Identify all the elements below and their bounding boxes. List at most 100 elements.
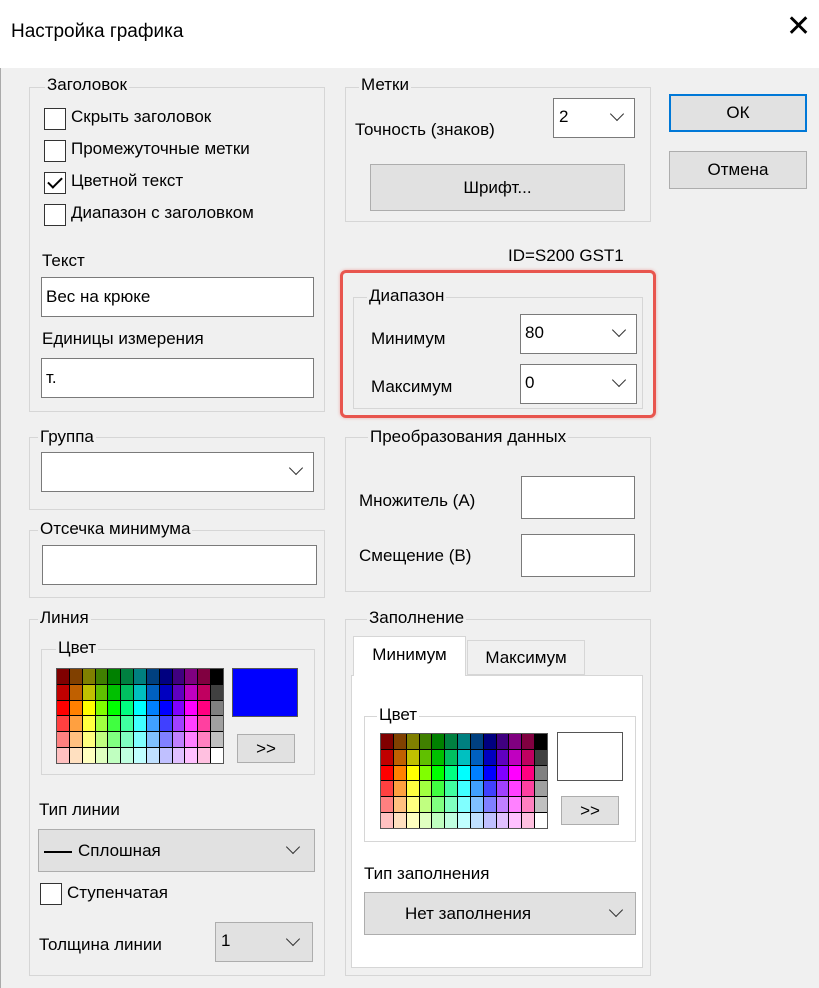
palette-color-cell[interactable]	[419, 765, 432, 781]
palette-color-cell[interactable]	[185, 700, 198, 716]
palette-color-cell[interactable]	[509, 797, 522, 813]
palette-color-cell[interactable]	[393, 797, 406, 813]
palette-color-cell[interactable]	[483, 797, 496, 813]
palette-color-cell[interactable]	[121, 716, 134, 732]
palette-color-cell[interactable]	[95, 732, 108, 748]
ok-button[interactable]: ОК	[669, 94, 807, 132]
palette-color-cell[interactable]	[172, 748, 185, 763]
palette-color-cell[interactable]	[172, 700, 185, 716]
palette-color-cell[interactable]	[57, 669, 69, 684]
palette-color-cell[interactable]	[393, 749, 406, 765]
palette-color-cell[interactable]	[419, 781, 432, 797]
palette-color-cell[interactable]	[198, 732, 211, 748]
fill-more-colors-button[interactable]: >>	[561, 796, 619, 825]
palette-color-cell[interactable]	[458, 781, 470, 797]
palette-color-cell[interactable]	[211, 684, 223, 700]
palette-color-cell[interactable]	[458, 797, 470, 813]
palette-color-cell[interactable]	[146, 716, 159, 732]
palette-color-cell[interactable]	[198, 748, 211, 763]
palette-color-cell[interactable]	[57, 748, 69, 763]
group-select[interactable]	[41, 452, 314, 492]
palette-color-cell[interactable]	[69, 684, 82, 700]
palette-color-cell[interactable]	[432, 797, 445, 813]
palette-color-cell[interactable]	[146, 700, 159, 716]
palette-color-cell[interactable]	[393, 765, 406, 781]
palette-color-cell[interactable]	[535, 734, 547, 749]
offset-input[interactable]	[521, 534, 635, 577]
palette-color-cell[interactable]	[496, 781, 509, 797]
palette-color-cell[interactable]	[146, 684, 159, 700]
palette-color-cell[interactable]	[185, 669, 198, 684]
palette-color-cell[interactable]	[108, 732, 121, 748]
palette-color-cell[interactable]	[522, 734, 535, 749]
palette-color-cell[interactable]	[185, 684, 198, 700]
palette-color-cell[interactable]	[445, 813, 458, 828]
palette-color-cell[interactable]	[496, 749, 509, 765]
hide-header-checkbox[interactable]	[44, 108, 66, 130]
palette-color-cell[interactable]	[535, 749, 547, 765]
palette-color-cell[interactable]	[445, 797, 458, 813]
multiplier-input[interactable]	[521, 476, 635, 519]
palette-color-cell[interactable]	[121, 700, 134, 716]
palette-color-cell[interactable]	[172, 669, 185, 684]
palette-color-cell[interactable]	[393, 813, 406, 828]
fill-color-palette[interactable]	[380, 733, 548, 829]
palette-color-cell[interactable]	[198, 700, 211, 716]
palette-color-cell[interactable]	[95, 700, 108, 716]
palette-color-cell[interactable]	[121, 748, 134, 763]
palette-color-cell[interactable]	[82, 684, 95, 700]
tab-min[interactable]: Минимум	[353, 636, 466, 676]
palette-color-cell[interactable]	[470, 813, 483, 828]
palette-color-cell[interactable]	[95, 748, 108, 763]
min-cutoff-input[interactable]	[42, 545, 317, 585]
palette-color-cell[interactable]	[172, 716, 185, 732]
palette-color-cell[interactable]	[159, 716, 172, 732]
palette-color-cell[interactable]	[185, 716, 198, 732]
palette-color-cell[interactable]	[381, 734, 393, 749]
palette-color-cell[interactable]	[198, 716, 211, 732]
palette-color-cell[interactable]	[419, 749, 432, 765]
palette-color-cell[interactable]	[458, 749, 470, 765]
palette-color-cell[interactable]	[432, 734, 445, 749]
palette-color-cell[interactable]	[185, 732, 198, 748]
palette-color-cell[interactable]	[69, 748, 82, 763]
palette-color-cell[interactable]	[146, 748, 159, 763]
palette-color-cell[interactable]	[95, 684, 108, 700]
palette-color-cell[interactable]	[535, 813, 547, 828]
thickness-select[interactable]: 1	[215, 922, 313, 962]
palette-color-cell[interactable]	[406, 813, 419, 828]
palette-color-cell[interactable]	[82, 732, 95, 748]
palette-color-cell[interactable]	[535, 765, 547, 781]
intermediate-marks-checkbox[interactable]	[44, 140, 66, 162]
palette-color-cell[interactable]	[57, 732, 69, 748]
palette-color-cell[interactable]	[445, 749, 458, 765]
palette-color-cell[interactable]	[406, 749, 419, 765]
palette-color-cell[interactable]	[509, 734, 522, 749]
palette-color-cell[interactable]	[69, 700, 82, 716]
palette-color-cell[interactable]	[458, 734, 470, 749]
palette-color-cell[interactable]	[483, 749, 496, 765]
palette-color-cell[interactable]	[211, 669, 223, 684]
palette-color-cell[interactable]	[69, 732, 82, 748]
range-with-header-checkbox[interactable]	[44, 204, 66, 226]
palette-color-cell[interactable]	[134, 716, 146, 732]
palette-color-cell[interactable]	[211, 716, 223, 732]
palette-color-cell[interactable]	[381, 781, 393, 797]
palette-color-cell[interactable]	[82, 700, 95, 716]
palette-color-cell[interactable]	[82, 669, 95, 684]
palette-color-cell[interactable]	[509, 765, 522, 781]
palette-color-cell[interactable]	[470, 797, 483, 813]
cancel-button[interactable]: Отмена	[669, 151, 807, 189]
palette-color-cell[interactable]	[458, 765, 470, 781]
palette-color-cell[interactable]	[211, 732, 223, 748]
stepped-checkbox[interactable]	[40, 883, 62, 905]
palette-color-cell[interactable]	[496, 765, 509, 781]
palette-color-cell[interactable]	[146, 669, 159, 684]
colored-text-checkbox[interactable]	[44, 172, 66, 194]
palette-color-cell[interactable]	[211, 700, 223, 716]
palette-color-cell[interactable]	[470, 749, 483, 765]
palette-color-cell[interactable]	[159, 700, 172, 716]
palette-color-cell[interactable]	[509, 813, 522, 828]
palette-color-cell[interactable]	[57, 684, 69, 700]
palette-color-cell[interactable]	[406, 797, 419, 813]
